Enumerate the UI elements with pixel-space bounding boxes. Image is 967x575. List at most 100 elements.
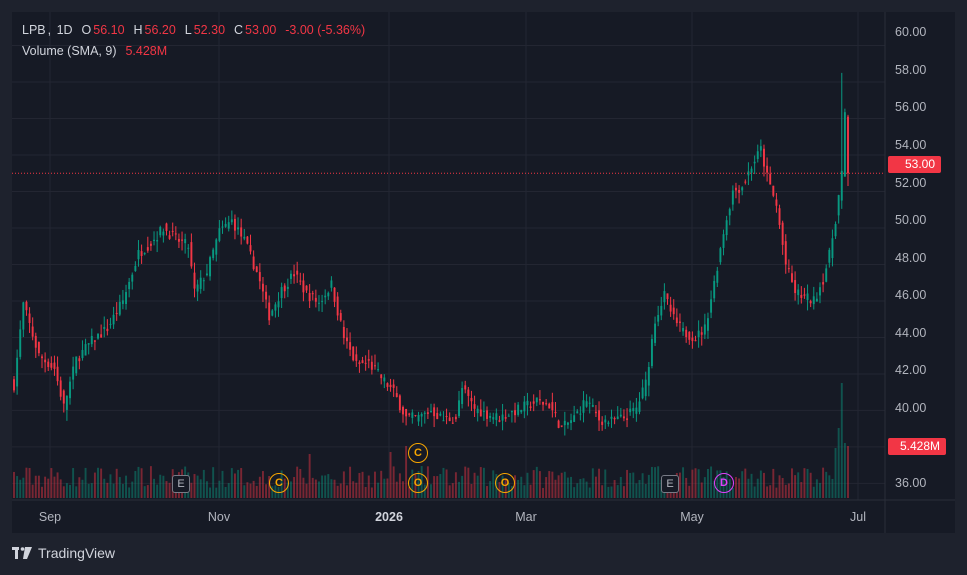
candle-body[interactable] <box>171 230 174 232</box>
candle-body[interactable] <box>744 181 747 183</box>
candle-body[interactable] <box>775 199 778 206</box>
candle-body[interactable] <box>697 330 700 338</box>
candle-body[interactable] <box>336 296 339 316</box>
candle-body[interactable] <box>613 417 616 420</box>
candle-body[interactable] <box>346 337 348 342</box>
candle-body[interactable] <box>769 173 772 185</box>
candle-body[interactable] <box>837 195 840 216</box>
candle-body[interactable] <box>666 293 669 300</box>
candle-body[interactable] <box>594 411 597 414</box>
candle-body[interactable] <box>246 236 249 244</box>
candle-body[interactable] <box>190 242 193 267</box>
candle-body[interactable] <box>87 343 90 345</box>
candle-body[interactable] <box>355 354 358 361</box>
candle-body[interactable] <box>588 402 591 404</box>
candle-body[interactable] <box>252 256 255 270</box>
conference-event-marker[interactable]: C <box>269 473 289 493</box>
candle-body[interactable] <box>215 239 218 255</box>
candle-body[interactable] <box>41 356 43 359</box>
candle-body[interactable] <box>233 218 236 231</box>
candle-body[interactable] <box>386 383 389 387</box>
candle-body[interactable] <box>573 415 576 422</box>
candle-body[interactable] <box>137 249 140 260</box>
candle-body[interactable] <box>551 402 554 411</box>
candle-body[interactable] <box>342 326 345 339</box>
candle-body[interactable] <box>261 283 264 292</box>
candle-body[interactable] <box>548 403 551 409</box>
candle-body[interactable] <box>174 233 177 235</box>
candle-body[interactable] <box>115 312 118 314</box>
candle-body[interactable] <box>177 238 180 242</box>
candle-body[interactable] <box>162 231 165 236</box>
candle-body[interactable] <box>121 300 124 304</box>
candle-body[interactable] <box>514 410 516 416</box>
candle-body[interactable] <box>560 425 563 427</box>
candle-body[interactable] <box>93 340 96 342</box>
candle-body[interactable] <box>735 187 737 191</box>
candle-body[interactable] <box>349 342 352 350</box>
candle-body[interactable] <box>184 239 187 244</box>
candle-body[interactable] <box>840 170 843 201</box>
candle-body[interactable] <box>37 342 40 354</box>
candle-body[interactable] <box>461 388 464 405</box>
candle-body[interactable] <box>243 236 246 239</box>
candle-body[interactable] <box>240 227 243 237</box>
candle-body[interactable] <box>271 310 274 316</box>
candle-body[interactable] <box>473 404 476 409</box>
candle-body[interactable] <box>224 223 227 227</box>
candle-body[interactable] <box>159 226 162 236</box>
candle-body[interactable] <box>498 420 501 422</box>
candle-body[interactable] <box>719 248 722 263</box>
candle-body[interactable] <box>330 280 333 288</box>
candle-body[interactable] <box>604 419 607 423</box>
candle-body[interactable] <box>803 294 806 296</box>
candle-body[interactable] <box>143 253 146 255</box>
candle-body[interactable] <box>622 416 625 419</box>
candle-body[interactable] <box>277 301 280 308</box>
candle-body[interactable] <box>283 285 286 292</box>
candle-body[interactable] <box>660 305 663 316</box>
candle-body[interactable] <box>100 334 103 338</box>
candle-body[interactable] <box>542 401 544 405</box>
candle-body[interactable] <box>778 208 781 225</box>
candle-body[interactable] <box>314 297 317 302</box>
candle-body[interactable] <box>632 408 635 412</box>
candle-body[interactable] <box>650 339 653 367</box>
candle-body[interactable] <box>426 412 429 414</box>
candle-body[interactable] <box>265 291 268 300</box>
candle-body[interactable] <box>405 409 408 417</box>
candle-body[interactable] <box>647 367 650 386</box>
volume-indicator-label[interactable]: Volume (SMA, 9) <box>22 44 116 58</box>
candle-body[interactable] <box>691 337 694 342</box>
candle-body[interactable] <box>374 365 376 367</box>
interval-label[interactable]: 1D <box>57 23 73 37</box>
candle-body[interactable] <box>209 257 212 277</box>
candle-body[interactable] <box>47 361 50 368</box>
candle-body[interactable] <box>495 413 498 420</box>
candle-body[interactable] <box>311 293 314 295</box>
candle-body[interactable] <box>149 243 152 246</box>
candle-body[interactable] <box>16 357 19 387</box>
candle-body[interactable] <box>535 397 538 403</box>
candle-body[interactable] <box>722 234 725 248</box>
candle-body[interactable] <box>109 323 112 325</box>
candle-body[interactable] <box>635 407 638 414</box>
dividend-event-marker[interactable]: D <box>714 473 734 493</box>
candle-body[interactable] <box>392 384 395 388</box>
candle-body[interactable] <box>828 249 831 263</box>
candle-body[interactable] <box>694 340 697 342</box>
candle-body[interactable] <box>65 395 68 410</box>
candle-body[interactable] <box>249 245 252 252</box>
candle-body[interactable] <box>131 274 134 282</box>
candle-body[interactable] <box>327 292 330 297</box>
candle-body[interactable] <box>501 414 504 421</box>
candle-body[interactable] <box>458 400 460 417</box>
candle-body[interactable] <box>230 219 233 223</box>
candle-body[interactable] <box>296 270 299 275</box>
candle-body[interactable] <box>268 302 271 321</box>
candle-body[interactable] <box>675 317 678 324</box>
candle-body[interactable] <box>153 239 156 241</box>
candle-body[interactable] <box>402 407 404 415</box>
candle-body[interactable] <box>358 362 361 364</box>
tradingview-logo[interactable]: TradingView <box>12 545 115 561</box>
